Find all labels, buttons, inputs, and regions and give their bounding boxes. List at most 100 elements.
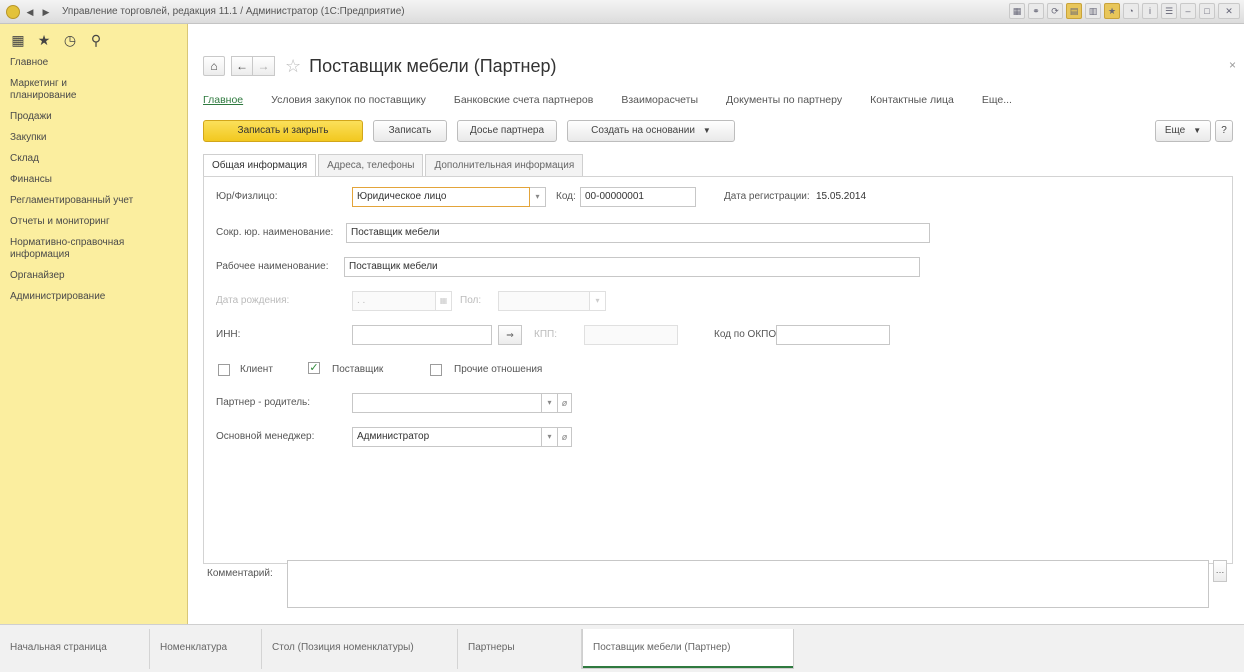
sidebar-item-finance[interactable]: Финансы: [0, 174, 187, 186]
dossier-button[interactable]: Досье партнера: [457, 120, 557, 142]
sidebar-item-main[interactable]: Главное: [0, 57, 187, 69]
comment-expand-button[interactable]: …: [1213, 560, 1227, 582]
manager-open-icon[interactable]: ø: [558, 427, 572, 447]
sections-grid-icon[interactable]: ▦: [10, 32, 26, 49]
manager-field[interactable]: Администратор: [352, 427, 542, 447]
inn-label: ИНН:: [216, 329, 241, 340]
window-tab-nomenclature[interactable]: Номенклатура: [150, 629, 262, 669]
sidebar-item-reference[interactable]: Нормативно-справочная информация: [0, 237, 165, 261]
window-titlebar: ◀ ▶ Управление торговлей, редакция 11.1 …: [0, 0, 1244, 24]
info-icon[interactable]: i: [1142, 3, 1158, 19]
working-name-field[interactable]: Поставщик мебели: [344, 257, 920, 277]
section-contacts[interactable]: Контактные лица: [870, 94, 954, 106]
forward-button[interactable]: →: [253, 56, 275, 76]
registration-date-value: 15.05.2014: [816, 191, 867, 202]
legal-type-dropdown[interactable]: ▾: [530, 187, 546, 207]
create-based-on-label: Создать на основании: [591, 125, 695, 136]
short-name-field[interactable]: Поставщик мебели: [346, 223, 930, 243]
inn-field[interactable]: [352, 325, 492, 345]
chevron-down-icon: ▼: [1193, 126, 1202, 135]
supplier-checkbox[interactable]: ✓: [308, 362, 320, 374]
sex-field[interactable]: [498, 291, 590, 311]
calculator-icon[interactable]: ▥: [1085, 3, 1101, 19]
section-bank-accounts[interactable]: Банковские счета партнеров: [454, 94, 593, 106]
sex-label: Пол:: [460, 295, 482, 306]
create-based-on-button[interactable]: Создать на основании ▼: [567, 120, 735, 142]
app-logo-icon[interactable]: [6, 4, 20, 19]
minimize-icon[interactable]: –: [1180, 3, 1196, 19]
close-form-icon[interactable]: ×: [1229, 58, 1236, 72]
open-windows-bar: Начальная страница Номенклатура Стол (По…: [0, 624, 1244, 672]
legal-type-label: Юр/Физлицо:: [216, 191, 278, 202]
section-settlements[interactable]: Взаиморасчеты: [621, 94, 698, 106]
other-relations-checkbox[interactable]: [430, 364, 442, 376]
link-icon[interactable]: ⚭: [1028, 3, 1044, 19]
manager-label: Основной менеджер:: [216, 431, 315, 442]
close-window-icon[interactable]: ✕: [1218, 3, 1240, 19]
sidebar-item-administration[interactable]: Администрирование: [0, 291, 187, 303]
legal-type-field[interactable]: Юридическое лицо: [352, 187, 530, 207]
forward-arrow-icon[interactable]: ▶: [40, 6, 52, 18]
other-relations-label: Прочие отношения: [454, 364, 543, 375]
window-tab-table-item[interactable]: Стол (Позиция номенклатуры): [262, 629, 458, 669]
back-button[interactable]: ←: [231, 56, 253, 76]
more-button[interactable]: Еще ▼: [1155, 120, 1211, 142]
comment-field[interactable]: [287, 560, 1209, 608]
grid-icon[interactable]: ▦: [1009, 3, 1025, 19]
sidebar-item-marketing[interactable]: Маркетинг и планирование: [0, 78, 120, 102]
code-label: Код:: [556, 191, 576, 202]
help-button[interactable]: ?: [1215, 120, 1233, 142]
parent-partner-dropdown[interactable]: ▾: [542, 393, 558, 413]
save-button[interactable]: Записать: [373, 120, 447, 142]
calendar-icon[interactable]: ▤: [1066, 3, 1082, 19]
code-field[interactable]: 00-00000001: [580, 187, 696, 207]
parent-partner-field[interactable]: [352, 393, 542, 413]
menu-icon[interactable]: ☰: [1161, 3, 1177, 19]
sidebar-item-regulated[interactable]: Регламентированный учет: [0, 195, 187, 207]
maximize-icon[interactable]: □: [1199, 3, 1215, 19]
favorite-star-icon[interactable]: ☆: [285, 56, 301, 77]
tab-general-info[interactable]: Общая информация: [203, 154, 317, 177]
history-icon[interactable]: ◔: [1123, 3, 1139, 19]
inn-lookup-button[interactable]: ⇒: [498, 325, 522, 345]
history-clock-icon[interactable]: ◷: [62, 32, 78, 49]
manager-dropdown[interactable]: ▾: [542, 427, 558, 447]
window-tab-furniture-supplier[interactable]: Поставщик мебели (Партнер): [582, 629, 794, 669]
tab-additional-info[interactable]: Дополнительная информация: [425, 154, 584, 176]
comment-label: Комментарий:: [207, 568, 273, 579]
favorites-icon[interactable]: ★: [1104, 3, 1120, 19]
kpp-label: КПП:: [534, 329, 557, 340]
history-nav: ← →: [231, 56, 275, 76]
section-main[interactable]: Главное: [203, 94, 243, 106]
parent-partner-open-icon[interactable]: ø: [558, 393, 572, 413]
section-more[interactable]: Еще...: [982, 94, 1012, 106]
form-header: ⌂ ← → ☆ Поставщик мебели (Партнер): [203, 54, 556, 78]
window-tab-partners[interactable]: Партнеры: [458, 629, 582, 669]
favorites-star-icon[interactable]: ★: [36, 32, 52, 49]
client-checkbox[interactable]: [218, 364, 230, 376]
form-sections-nav: Главное Условия закупок по поставщику Ба…: [203, 94, 1012, 106]
sidebar-item-warehouse[interactable]: Склад: [0, 153, 187, 165]
section-documents[interactable]: Документы по партнеру: [726, 94, 842, 106]
sidebar-item-organizer[interactable]: Органайзер: [0, 270, 187, 282]
kpp-field[interactable]: [584, 325, 678, 345]
sync-icon[interactable]: ⟳: [1047, 3, 1063, 19]
parent-partner-label: Партнер - родитель:: [216, 397, 311, 408]
calendar-icon[interactable]: ▦: [436, 291, 452, 311]
save-and-close-button[interactable]: Записать и закрыть: [203, 120, 363, 142]
okpo-field[interactable]: [776, 325, 890, 345]
short-name-label: Сокр. юр. наименование:: [216, 227, 334, 238]
form-tabs: Общая информация Адреса, телефоны Дополн…: [203, 154, 585, 177]
birth-date-label: Дата рождения:: [216, 295, 290, 306]
back-arrow-icon[interactable]: ◀: [24, 6, 36, 18]
sidebar-item-purchases[interactable]: Закупки: [0, 132, 187, 144]
sidebar-item-sales[interactable]: Продажи: [0, 111, 187, 123]
search-icon[interactable]: ⚲: [88, 32, 104, 49]
tab-addresses[interactable]: Адреса, телефоны: [318, 154, 424, 176]
home-icon[interactable]: ⌂: [203, 56, 225, 76]
sex-dropdown[interactable]: ▾: [590, 291, 606, 311]
section-purchase-terms[interactable]: Условия закупок по поставщику: [271, 94, 426, 106]
window-tab-home[interactable]: Начальная страница: [0, 629, 150, 669]
birth-date-field[interactable]: . .: [352, 291, 436, 311]
sidebar-item-reports[interactable]: Отчеты и мониторинг: [0, 216, 187, 228]
